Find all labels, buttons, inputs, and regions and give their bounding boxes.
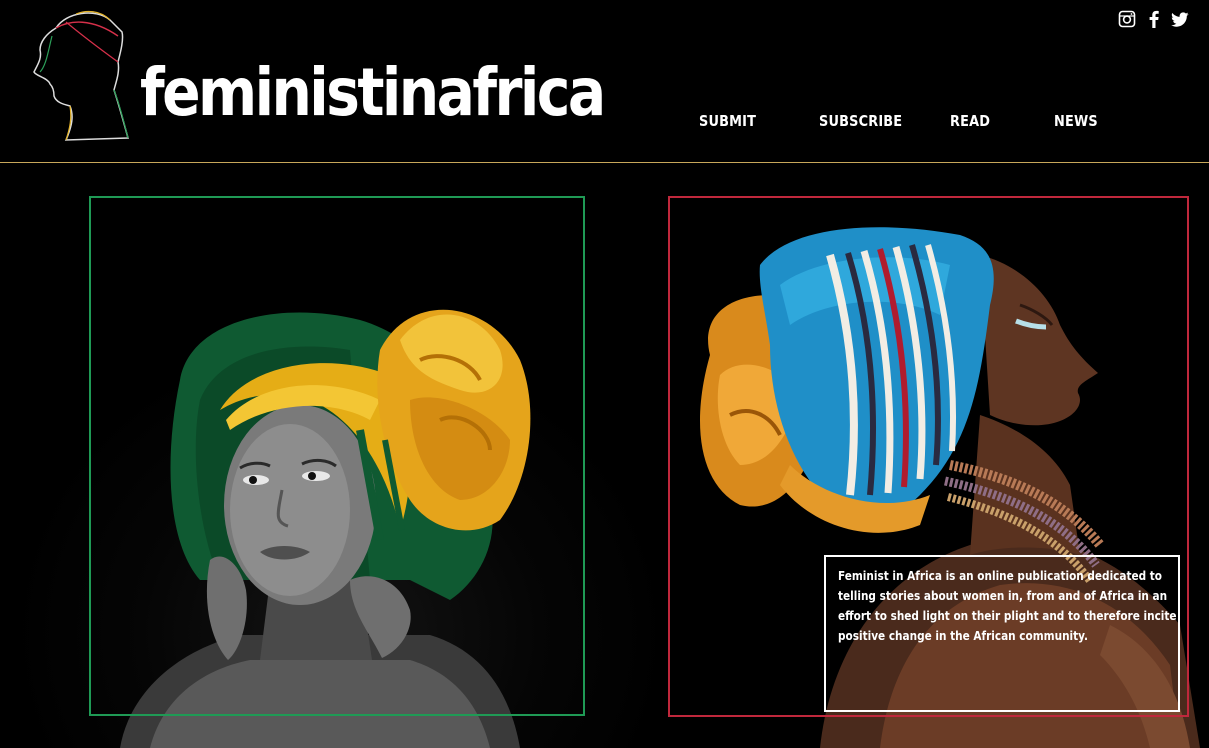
site-header: feministinafrica SUBMIT SUBSCRIBE READ N…	[0, 0, 1209, 162]
nav-item-news[interactable]: NEWS	[1054, 112, 1098, 130]
woman-silhouette-logo-icon[interactable]	[26, 6, 130, 144]
featured-frame-left[interactable]	[89, 196, 585, 716]
site-logo-wordmark[interactable]: feministinafrica	[140, 60, 606, 126]
facebook-icon[interactable]	[1148, 10, 1160, 28]
nav-item-submit[interactable]: SUBMIT	[699, 112, 756, 130]
instagram-icon[interactable]	[1118, 10, 1136, 28]
nav-item-read[interactable]: READ	[950, 112, 990, 130]
about-description: Feminist in Africa is an online publicat…	[838, 568, 1177, 643]
twitter-icon[interactable]	[1171, 12, 1189, 27]
nav-item-subscribe[interactable]: SUBSCRIBE	[819, 112, 902, 130]
